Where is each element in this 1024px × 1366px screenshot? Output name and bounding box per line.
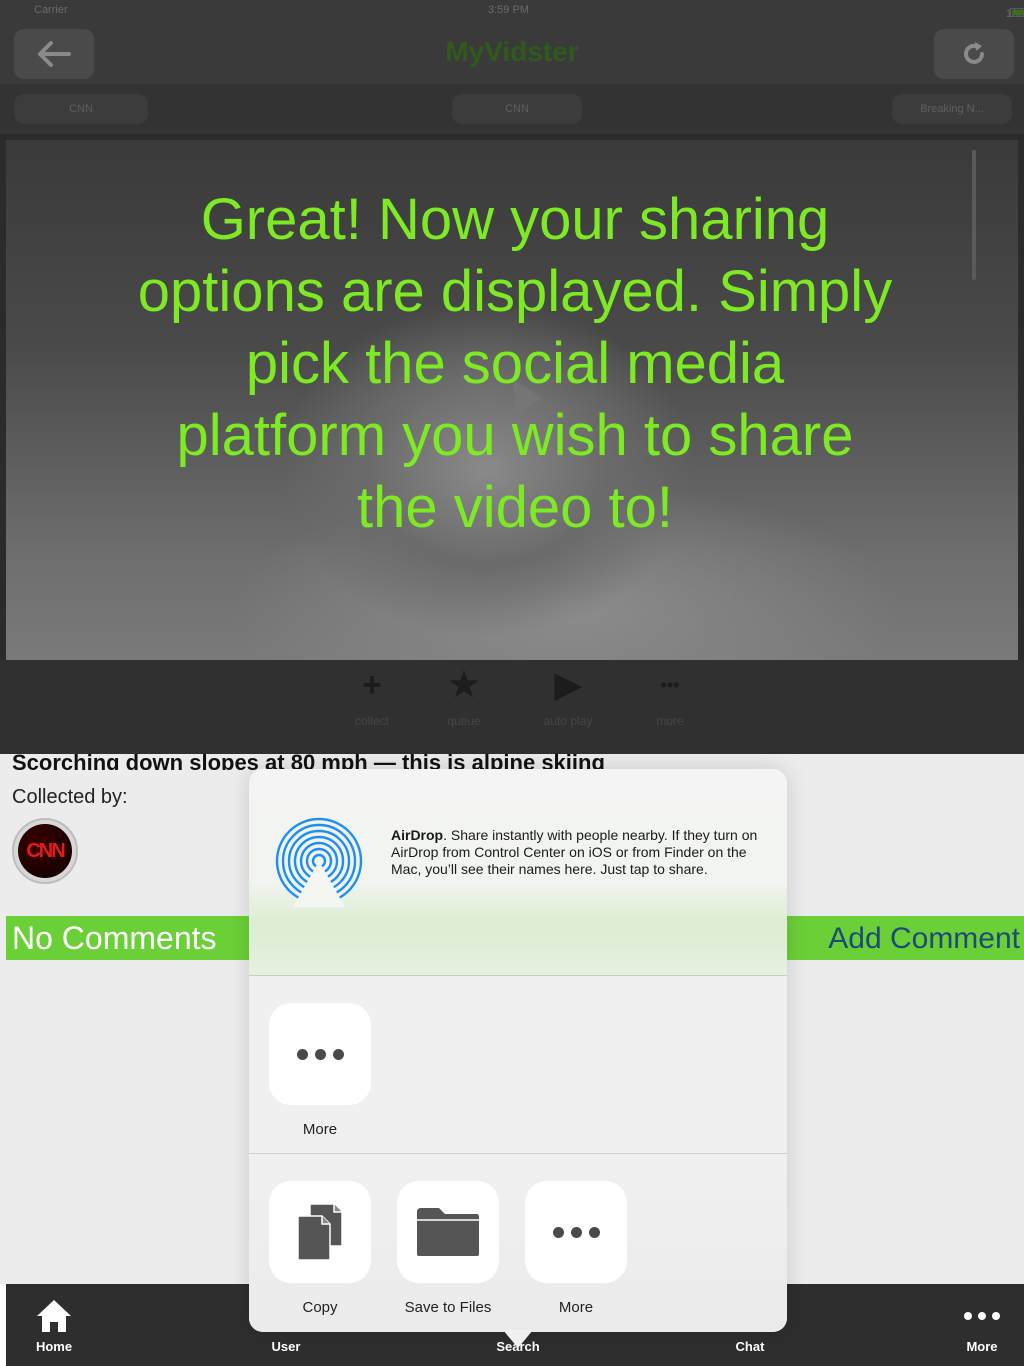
share-actions-row: Copy Save to Files More: [249, 1155, 787, 1332]
category-row: CNN CNN Breaking N...: [0, 84, 1024, 134]
autoplay-button[interactable]: ▶ auto play: [528, 666, 608, 728]
star-icon: ★: [448, 666, 480, 704]
copy-label: Copy: [302, 1299, 338, 1316]
video-title: Scorching down slopes at 80 mph — this i…: [12, 750, 605, 770]
more-actions-button[interactable]: ••• more: [630, 666, 710, 728]
carrier-label: Carrier: [34, 4, 68, 16]
clock: 3:59 PM: [488, 4, 529, 16]
share-apps-row: More: [249, 977, 787, 1154]
copy-action[interactable]: Copy: [269, 1181, 371, 1316]
play-icon: ▶: [554, 666, 582, 704]
share-app-more[interactable]: More: [269, 1003, 371, 1138]
tab-more[interactable]: More: [922, 1284, 1024, 1366]
tutorial-message: Great! Now your sharing options are disp…: [60, 184, 970, 544]
no-comments-label: No Comments: [12, 920, 217, 956]
tutorial-line: the video to!: [357, 475, 673, 540]
battery-icon: [1010, 8, 1024, 17]
cnn-logo: CNN: [18, 824, 72, 878]
tutorial-line: options are displayed. Simply: [137, 259, 893, 324]
airdrop-title: AirDrop: [391, 827, 444, 843]
tab-home[interactable]: Home: [0, 1284, 114, 1366]
category-pill[interactable]: Breaking N...: [892, 94, 1012, 124]
copy-icon: [297, 1203, 343, 1261]
share-sheet: AirDrop. Share instantly with people nea…: [249, 769, 787, 1332]
popover-arrow: [503, 1330, 533, 1348]
dimmed-app-region: Carrier 3:59 PM 100% MyVidster CNN CNN B…: [0, 0, 1024, 754]
tutorial-line: pick the social media: [245, 331, 785, 396]
airdrop-description: AirDrop. Share instantly with people nea…: [391, 827, 761, 878]
refresh-button[interactable]: [934, 29, 1014, 79]
navigation-bar: MyVidster: [0, 22, 1024, 84]
category-pill[interactable]: CNN: [14, 94, 148, 124]
queue-label: queue: [447, 714, 481, 728]
collect-label: collect: [354, 714, 389, 728]
app-title: MyVidster: [445, 36, 579, 67]
tab-label: Chat: [735, 1339, 765, 1354]
share-action-more[interactable]: More: [525, 1181, 627, 1316]
tab-label: User: [271, 1339, 301, 1354]
tab-label: More: [966, 1339, 998, 1354]
share-action-more-label: More: [558, 1299, 594, 1316]
more-icon: [922, 1296, 1024, 1336]
tutorial-line: platform you wish to share: [176, 403, 854, 468]
home-icon: [37, 1300, 71, 1332]
airdrop-section[interactable]: AirDrop. Share instantly with people nea…: [249, 769, 787, 976]
add-comment-button[interactable]: Add Comment: [828, 922, 1020, 956]
share-app-label: More: [302, 1121, 338, 1138]
tab-label: Home: [35, 1339, 73, 1354]
autoplay-label: auto play: [543, 714, 593, 728]
queue-button[interactable]: ★ queue: [424, 666, 504, 728]
airdrop-icon: [275, 817, 363, 907]
save-to-files-action[interactable]: Save to Files: [397, 1181, 499, 1316]
collect-button[interactable]: + collect: [332, 666, 412, 728]
video-scrollbar: [972, 150, 976, 280]
video-action-bar: + collect ★ queue ▶ auto play ••• more: [0, 660, 1024, 754]
collector-avatar[interactable]: CNN: [12, 818, 78, 884]
ellipsis-icon: •••: [660, 675, 680, 695]
status-bar: Carrier 3:59 PM 100%: [0, 0, 1024, 22]
refresh-icon: [964, 42, 984, 64]
tutorial-line: Great! Now your sharing: [200, 187, 830, 252]
category-pill[interactable]: CNN: [452, 94, 582, 124]
collected-by-label: Collected by:: [12, 786, 128, 808]
save-to-files-label: Save to Files: [404, 1299, 492, 1316]
airdrop-desc-text: . Share instantly with people nearby. If…: [391, 827, 758, 877]
plus-icon: +: [362, 666, 382, 704]
more-label: more: [656, 714, 684, 728]
more-icon: [552, 1226, 600, 1238]
more-icon: [296, 1048, 344, 1060]
folder-icon: [417, 1208, 479, 1256]
